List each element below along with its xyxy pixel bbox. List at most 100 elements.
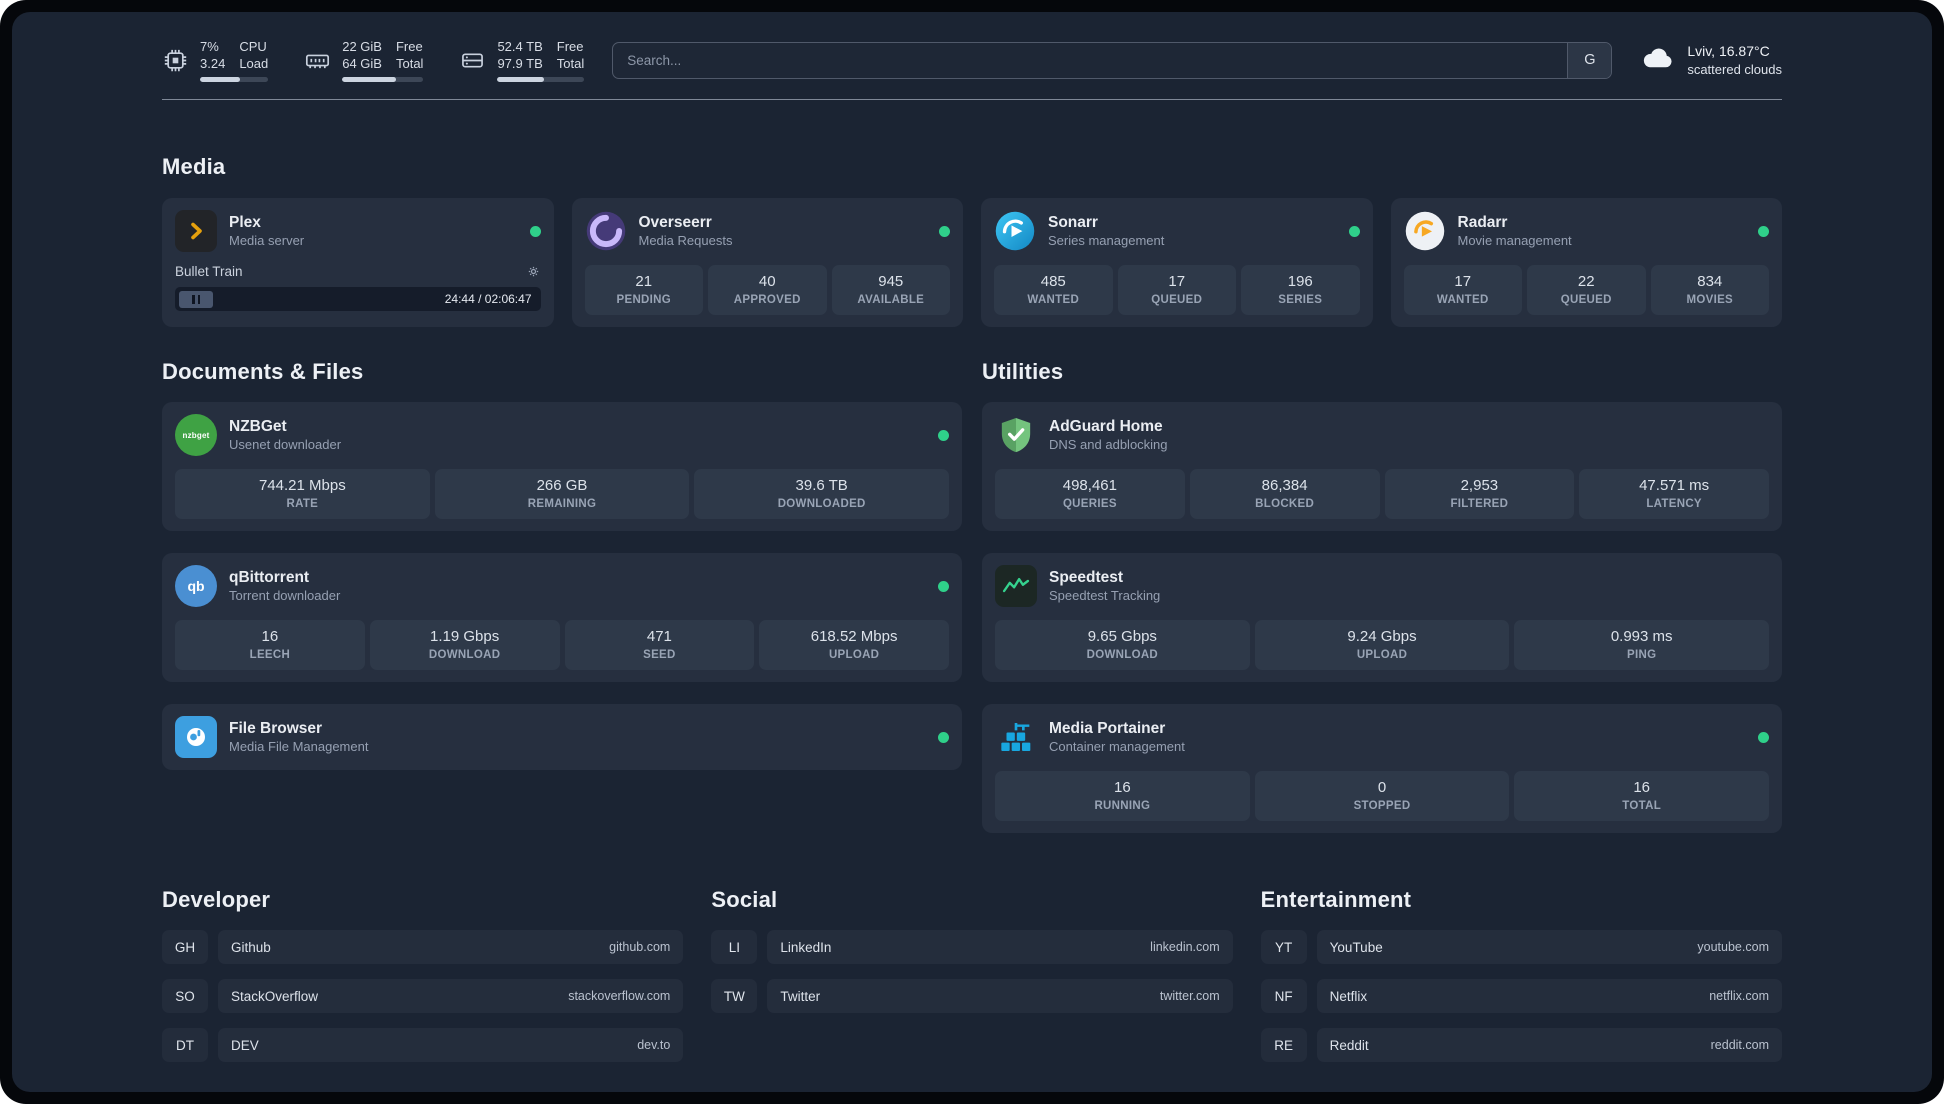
sonarr-icon (994, 210, 1036, 252)
bookmark-url: github.com (609, 940, 671, 955)
stat-tile: 485 WANTED (994, 265, 1113, 316)
stats-row: 16 LEECH 1.19 Gbps DOWNLOAD 471 SEED 618.52… (175, 607, 949, 671)
service-name: File Browser (229, 720, 323, 737)
pause-button[interactable] (179, 290, 213, 308)
search-provider-button[interactable]: G (1567, 42, 1612, 78)
bookmark-abbr: LI (711, 930, 758, 965)
bookmark-reddit[interactable]: RE Reddit reddit.com (1260, 1028, 1782, 1063)
stat-tile: 16 TOTAL (1514, 771, 1770, 822)
topbar-divider (162, 99, 1782, 101)
service-desc: Series management (1048, 233, 1165, 249)
service-card-nzbget[interactable]: nzbget NZBGet Usenet downloader 744.21 M… (162, 402, 962, 532)
section-title-developer: Developer (162, 887, 271, 913)
service-card-qbittorrent[interactable]: qb qBittorrent Torrent downloader 16 LEEC… (162, 553, 962, 683)
service-desc: Usenet downloader (229, 437, 342, 453)
qbittorrent-icon: qb (175, 565, 217, 608)
disk-widget: 52.4 TB 97.9 TB Free Total (459, 38, 585, 83)
status-dot (938, 731, 949, 743)
bookmark-dev[interactable]: DT DEV dev.to (162, 1028, 684, 1063)
stat-tile: 945 AVAILABLE (831, 265, 950, 316)
service-card-plex[interactable]: Plex Media server Bullet Train 24:44 / 0… (162, 198, 554, 328)
screen-frame: 7% 3.24 CPU Load 22 GiB 64 GiB Free Tota… (0, 0, 1944, 1104)
bookmark-url: linkedin.com (1150, 940, 1220, 955)
bookmark-name: Twitter (780, 988, 821, 1004)
stats-row: 17 WANTED 22 QUEUED 834 MOVIES (1403, 252, 1769, 316)
stat-tile: 39.6 TB DOWNLOADED (694, 469, 950, 520)
bookmark-name: LinkedIn (780, 939, 832, 955)
bookmark-url: reddit.com (1710, 1038, 1769, 1053)
stat-tile: 834 MOVIES (1650, 265, 1769, 316)
service-name: qBittorrent (229, 569, 310, 586)
speedtest-icon (995, 565, 1037, 608)
cpu-widget: 7% 3.24 CPU Load (162, 38, 269, 83)
section-title-social: Social (711, 887, 778, 913)
bookmark-stackoverflow[interactable]: SO StackOverflow stackoverflow.com (162, 979, 684, 1014)
bookmark-linkedin[interactable]: LI LinkedIn linkedin.com (711, 930, 1233, 965)
stat-tile: 21 PENDING (584, 265, 703, 316)
bookmark-abbr: NF (1260, 979, 1307, 1014)
memory-labels: Free Total (395, 39, 424, 72)
weather-condition: scattered clouds (1687, 61, 1782, 77)
cloud-icon (1640, 40, 1676, 81)
stat-tile: 86,384 BLOCKED (1189, 469, 1380, 520)
gear-icon[interactable] (526, 264, 541, 279)
section-title-utilities: Utilities (982, 359, 1064, 385)
stat-tile: 471 SEED (564, 620, 755, 671)
service-name: Sonarr (1048, 214, 1098, 231)
bookmark-url: youtube.com (1697, 940, 1769, 955)
bookmark-url: dev.to (637, 1038, 671, 1053)
bookmark-name: Netflix (1329, 988, 1368, 1004)
service-name: Speedtest (1049, 569, 1124, 586)
status-dot (1348, 225, 1360, 237)
bookmark-abbr: YT (1260, 930, 1307, 965)
memory-widget: 22 GiB 64 GiB Free Total (304, 38, 424, 83)
service-desc: Container management (1049, 739, 1185, 755)
disk-icon (459, 47, 486, 74)
status-dot (939, 225, 950, 237)
service-card-speedtest[interactable]: Speedtest Speedtest Tracking 9.65 Gbps DO… (982, 553, 1782, 683)
stat-tile: 22 QUEUED (1527, 265, 1646, 316)
bookmark-group-social: Social LI LinkedIn linkedin.com TW Twitte… (711, 887, 1233, 1062)
media-grid: Plex Media server Bullet Train 24:44 / 0… (162, 198, 1782, 328)
weather-widget: Lviv, 16.87°C scattered clouds (1640, 40, 1782, 81)
stat-tile: 498,461 QUERIES (995, 469, 1185, 520)
bookmark-name: YouTube (1329, 939, 1383, 955)
stats-row: 485 WANTED 17 QUEUED 196 SERIES (994, 252, 1360, 316)
service-desc: Media File Management (229, 739, 369, 755)
bookmark-group-developer: Developer GH Github github.com SO StackOv… (162, 887, 684, 1063)
service-card-filebrowser[interactable]: File Browser Media File Management (162, 704, 962, 771)
filebrowser-icon (175, 716, 217, 759)
service-card-overseerr[interactable]: Overseerr Media Requests 21 PENDING 40 APP… (571, 198, 963, 328)
nzbget-icon: nzbget (175, 414, 217, 457)
service-card-adguard[interactable]: AdGuard Home DNS and adblocking 498,461 Q… (982, 402, 1782, 532)
disk-progress-bar (497, 77, 585, 83)
memory-values: 22 GiB 64 GiB (342, 39, 382, 72)
search-input[interactable] (613, 52, 1568, 68)
stat-tile: 16 LEECH (175, 620, 365, 671)
search-bar: G (612, 41, 1613, 79)
section-title-documents: Documents & Files (162, 359, 364, 385)
playback-progress-strip: 24:44 / 02:06:47 (175, 287, 541, 312)
stat-tile: 9.24 Gbps UPLOAD (1254, 620, 1510, 671)
bookmark-youtube[interactable]: YT YouTube youtube.com (1260, 930, 1782, 965)
bookmark-twitter[interactable]: TW Twitter twitter.com (711, 979, 1233, 1014)
service-card-portainer[interactable]: Media Portainer Container management 16 R… (982, 704, 1782, 834)
section-utilities: Utilities AdGuard Home DNS and adblockin… (982, 359, 1782, 834)
stat-tile: 9.65 Gbps DOWNLOAD (995, 620, 1250, 671)
top-bar: 7% 3.24 CPU Load 22 GiB 64 GiB Free Tota… (162, 38, 1782, 83)
bookmark-netflix[interactable]: NF Netflix netflix.com (1260, 979, 1782, 1014)
bookmark-url: netflix.com (1709, 989, 1769, 1004)
bookmark-group-entertainment: Entertainment YT YouTube youtube.com NF N… (1260, 887, 1782, 1063)
stat-tile: 744.21 Mbps RATE (175, 469, 430, 520)
service-name: Overseerr (638, 214, 712, 231)
plex-now-playing-widget: Bullet Train 24:44 / 02:06:47 (175, 264, 541, 312)
service-name: Plex (229, 214, 261, 231)
cpu-chip-icon (162, 47, 189, 74)
system-widgets: 7% 3.24 CPU Load 22 GiB 64 GiB Free Tota… (162, 38, 585, 83)
status-dot (1758, 225, 1769, 237)
service-card-sonarr[interactable]: Sonarr Series management 485 WANTED 17 QUE… (981, 198, 1373, 328)
dashboard: 7% 3.24 CPU Load 22 GiB 64 GiB Free Tota… (12, 12, 1932, 1092)
service-card-radarr[interactable]: Radarr Movie management 17 WANTED 22 QUEUE… (1390, 198, 1782, 328)
bookmark-github[interactable]: GH Github github.com (162, 930, 684, 965)
disk-values: 52.4 TB 97.9 TB (497, 39, 543, 72)
